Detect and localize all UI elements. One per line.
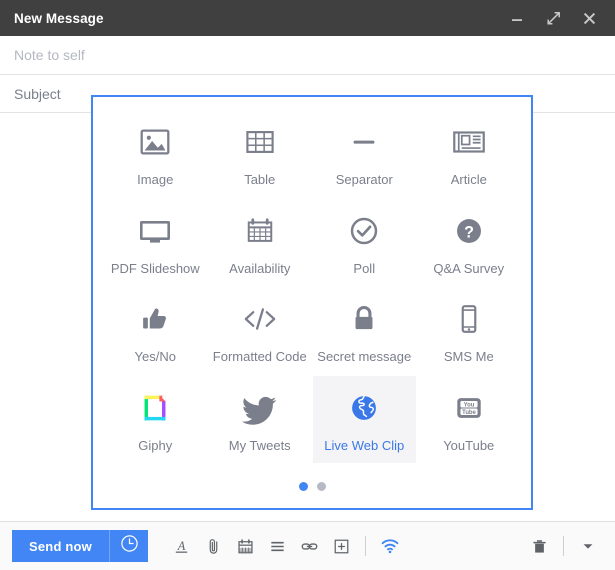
phone-icon: [454, 298, 484, 340]
insert-item-label: Giphy: [138, 438, 173, 454]
attach-file-icon: [204, 537, 223, 556]
globe-icon: [347, 387, 381, 429]
list-icon: [268, 537, 287, 556]
subject-label: Subject: [14, 85, 61, 102]
question-circle-icon: ?: [450, 210, 488, 252]
signal-button[interactable]: [375, 531, 405, 561]
compose-toolbar: Send now A: [0, 521, 615, 570]
trash-icon: [530, 537, 549, 556]
youtube-icon: You Tube: [451, 387, 487, 429]
insert-item-label: YouTube: [443, 438, 495, 454]
discard-draft-button[interactable]: [524, 531, 554, 561]
insert-item-pdf-slideshow[interactable]: PDF Slideshow: [104, 199, 207, 286]
check-circle-icon: [345, 210, 383, 252]
insert-item-live-web-clip[interactable]: Live Web Clip: [313, 376, 416, 463]
insert-item-label: Formatted Code: [212, 349, 307, 365]
image-icon: [136, 121, 174, 163]
insert-calendar-button[interactable]: [230, 531, 260, 561]
insert-item-secret-message[interactable]: Secret message: [313, 288, 416, 375]
insert-item-label: Table: [244, 171, 276, 187]
insert-item-label: Image: [137, 171, 174, 187]
twitter-icon: [240, 387, 280, 429]
monitor-icon: [135, 210, 175, 252]
expand-button[interactable]: [543, 8, 563, 28]
lock-icon: [346, 298, 382, 340]
insert-item-image[interactable]: Image: [104, 110, 207, 197]
insert-popup: Image Table Separator Article PDF Slides…: [91, 95, 533, 510]
separator-icon: [345, 121, 383, 163]
schedule-send-button[interactable]: [109, 530, 148, 562]
close-icon: [582, 11, 597, 26]
insert-plus-icon: [332, 537, 351, 556]
insert-list-button[interactable]: [262, 531, 292, 561]
calendar-icon: [242, 210, 278, 252]
window-titlebar: New Message: [0, 0, 615, 36]
svg-text:Tube: Tube: [462, 410, 476, 416]
minimize-button[interactable]: [507, 8, 527, 28]
giphy-icon: [138, 387, 172, 429]
format-text-button[interactable]: A: [166, 531, 196, 561]
table-icon: [242, 121, 278, 163]
right-divider: [563, 536, 564, 556]
insert-item-article[interactable]: Article: [418, 110, 521, 197]
clock-icon: [120, 534, 139, 558]
insert-item-label: Separator: [335, 171, 393, 187]
svg-text:?: ?: [464, 223, 474, 241]
format-text-icon: A: [172, 537, 191, 556]
calendar-icon: [236, 537, 255, 556]
wifi-icon: [380, 536, 400, 556]
toolbar-divider: [365, 536, 366, 556]
insert-item-label: Poll: [353, 260, 376, 276]
close-button[interactable]: [579, 8, 599, 28]
insert-item-availability[interactable]: Availability: [209, 199, 312, 286]
insert-item-poll[interactable]: Poll: [313, 199, 416, 286]
minimize-icon: [510, 11, 524, 25]
insert-item-yes-no[interactable]: Yes/No: [104, 288, 207, 375]
svg-text:You: You: [463, 403, 474, 409]
pagination-dot-1[interactable]: [298, 481, 308, 491]
thumbs-up-icon: [136, 298, 174, 340]
toolbar-right-group: [524, 531, 603, 561]
insert-grid: Image Table Separator Article PDF Slides…: [93, 97, 531, 464]
insert-item-label: My Tweets: [228, 438, 291, 454]
window-controls: [507, 8, 603, 28]
send-group: Send now: [12, 530, 148, 562]
insert-item-q-a-survey[interactable]: ? Q&A Survey: [418, 199, 521, 286]
insert-item-label: Q&A Survey: [433, 260, 505, 276]
expand-icon: [546, 11, 561, 26]
insert-item-label: SMS Me: [443, 349, 494, 365]
chevron-down-icon: [580, 538, 596, 554]
insert-item-youtube[interactable]: You Tube YouTube: [418, 376, 521, 463]
insert-item-table[interactable]: Table: [209, 110, 312, 197]
insert-item-label: Yes/No: [134, 349, 176, 365]
more-options-button[interactable]: [573, 531, 603, 561]
insert-item-label: Live Web Clip: [324, 438, 405, 454]
pagination-dot-2[interactable]: [316, 481, 326, 491]
insert-item-label: Article: [450, 171, 487, 187]
insert-item-sms-me[interactable]: SMS Me: [418, 288, 521, 375]
recipient-placeholder: Note to self: [14, 47, 85, 63]
insert-link-button[interactable]: [294, 531, 324, 561]
formatting-tools: A: [166, 531, 356, 561]
article-icon: [450, 121, 488, 163]
insert-item-giphy[interactable]: Giphy: [104, 376, 207, 463]
insert-plus-button[interactable]: [326, 531, 356, 561]
insert-item-label: PDF Slideshow: [110, 260, 200, 276]
attach-file-button[interactable]: [198, 531, 228, 561]
send-now-button[interactable]: Send now: [12, 530, 109, 562]
recipient-row[interactable]: Note to self: [0, 36, 615, 75]
link-icon: [300, 537, 319, 556]
code-icon: [240, 298, 280, 340]
insert-item-my-tweets[interactable]: My Tweets: [209, 376, 312, 463]
insert-item-label: Secret message: [317, 349, 412, 365]
insert-item-separator[interactable]: Separator: [313, 110, 416, 197]
window-title: New Message: [14, 10, 104, 26]
popup-pagination: [93, 464, 531, 508]
insert-item-label: Availability: [229, 260, 291, 276]
insert-item-formatted-code[interactable]: Formatted Code: [209, 288, 312, 375]
svg-text:A: A: [176, 538, 185, 552]
